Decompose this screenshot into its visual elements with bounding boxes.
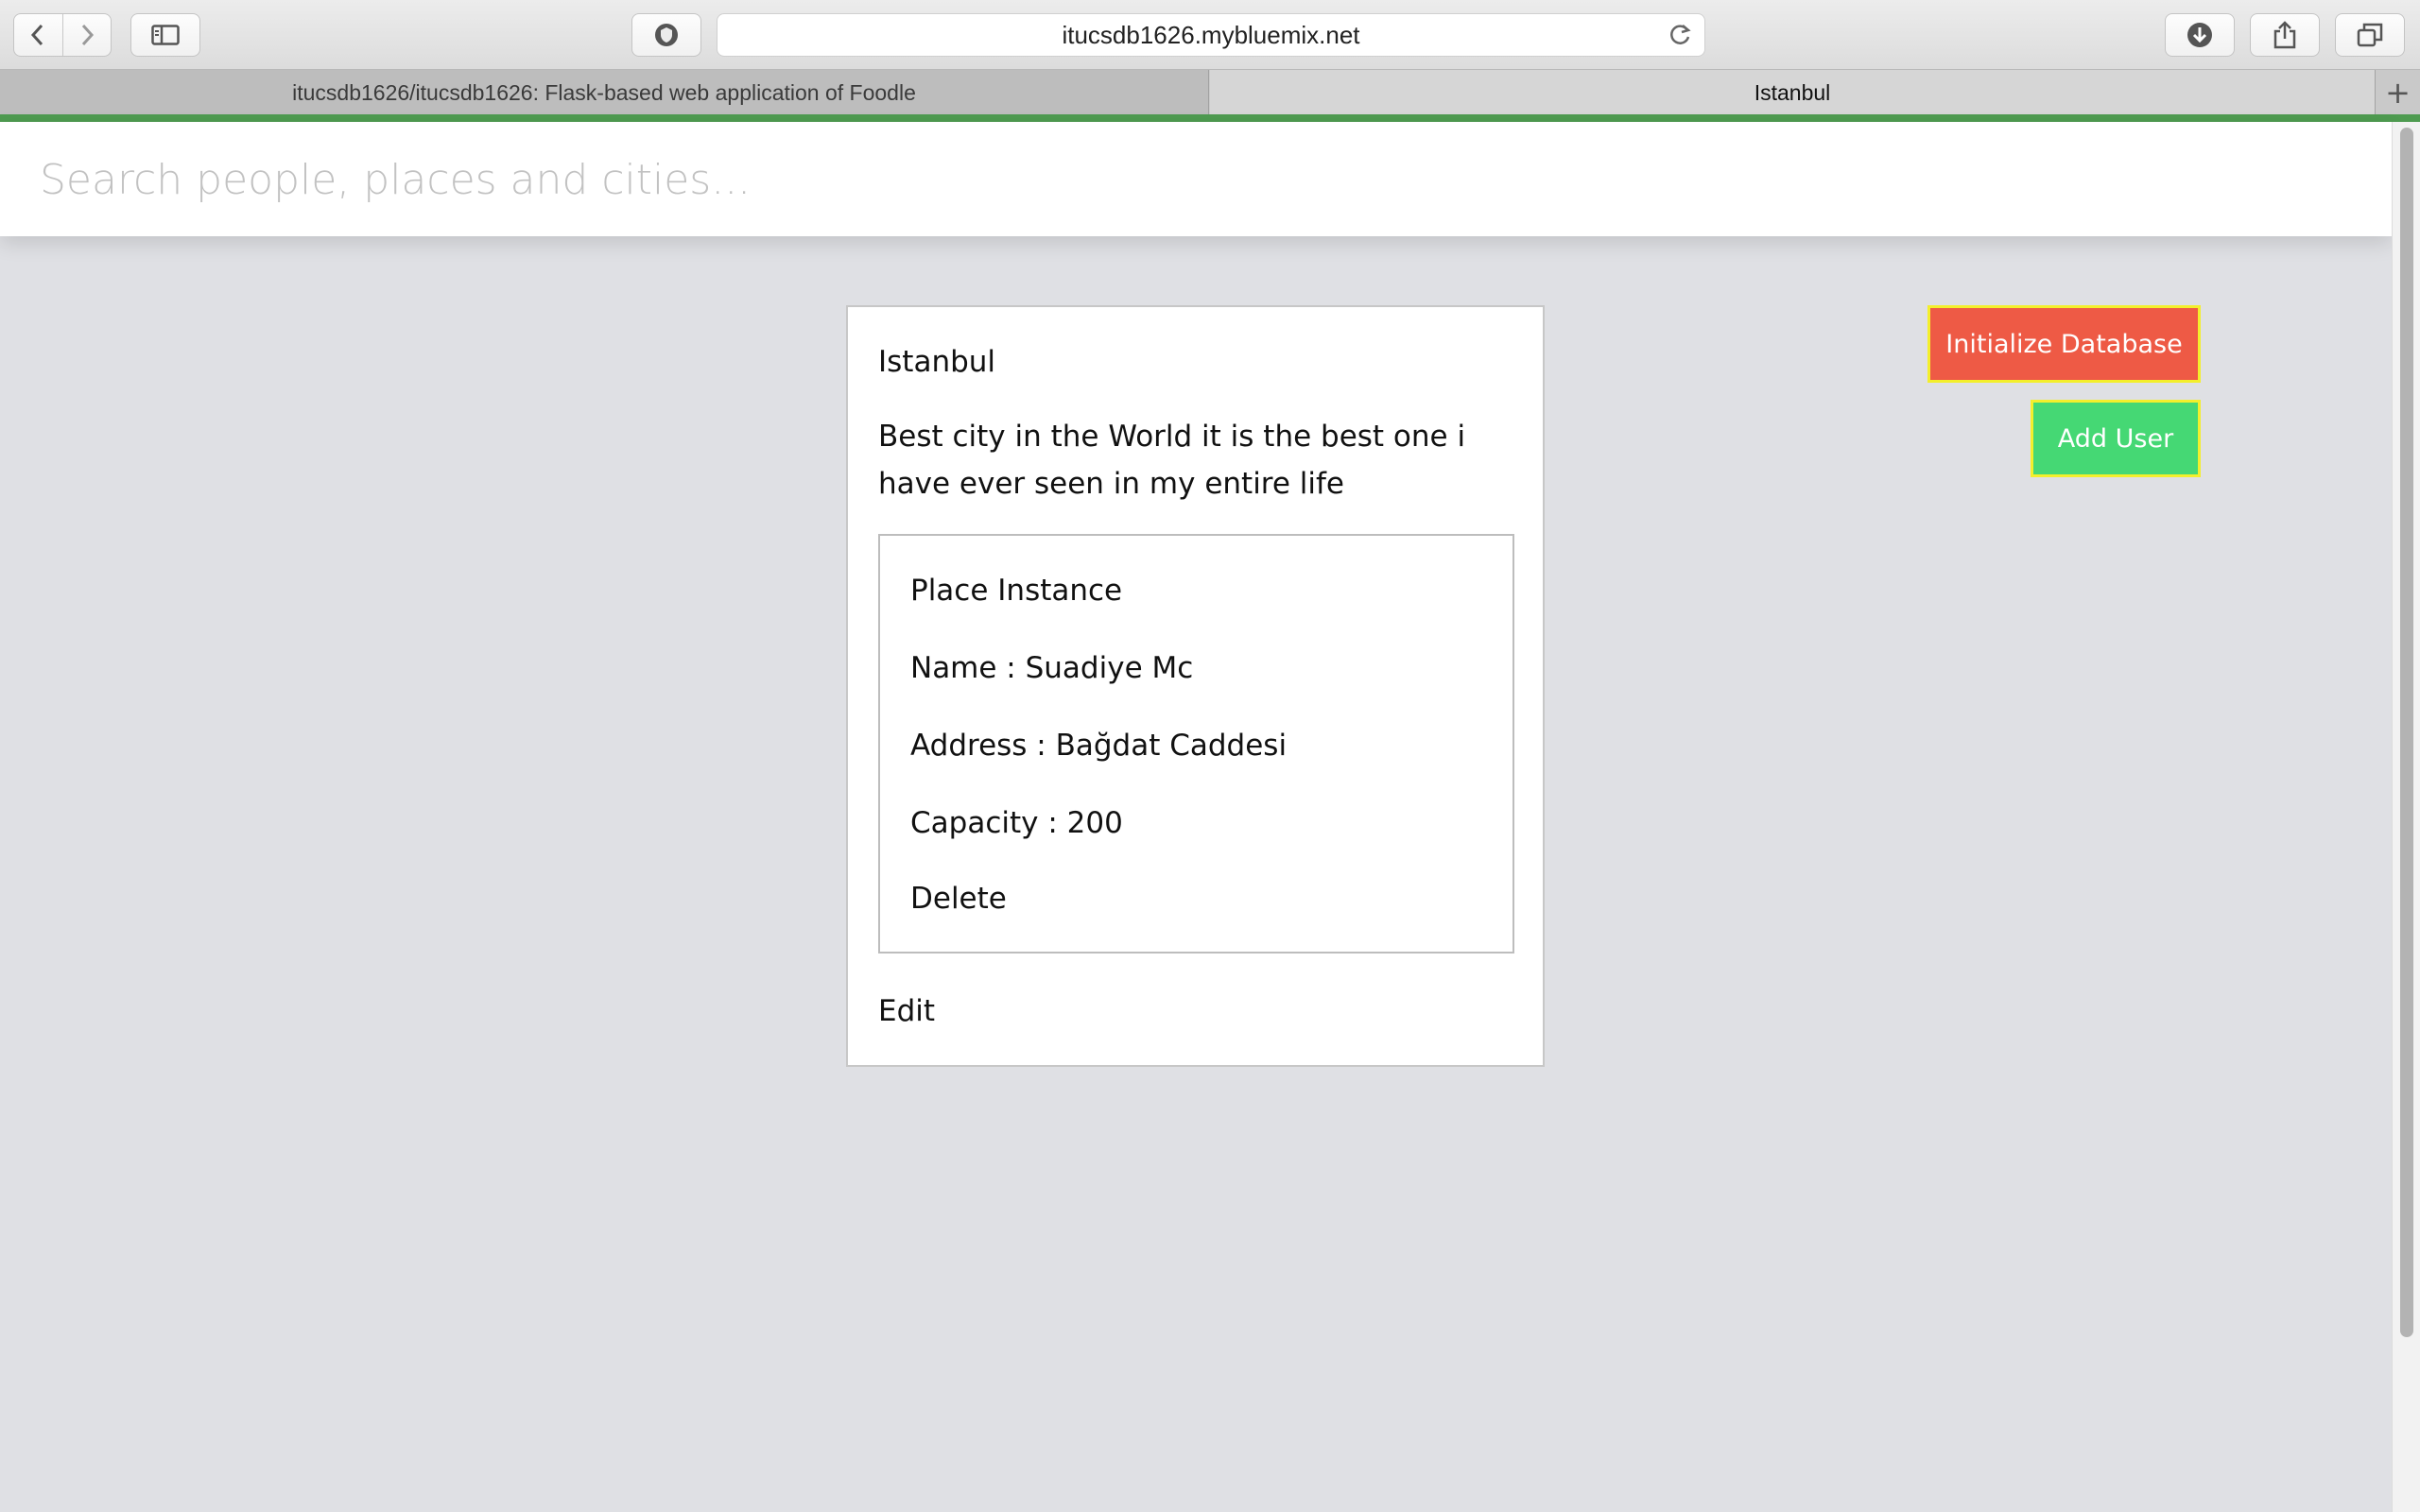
place-heading: Place Instance [910, 574, 1123, 608]
share-button[interactable] [2250, 13, 2320, 57]
search-input[interactable] [40, 146, 2308, 213]
privacy-button[interactable] [631, 13, 701, 57]
back-button[interactable] [14, 14, 62, 56]
tab-label: itucsdb1626/itucsdb1626: Flask-based web… [292, 79, 916, 105]
search-bar [0, 122, 2392, 236]
tabs-overview-button[interactable] [2335, 13, 2405, 57]
navigation-buttons [13, 13, 112, 57]
place-capacity: Capacity : 200 [910, 806, 1123, 840]
url-text: itucsdb1626.mybluemix.net [1062, 20, 1360, 49]
reload-icon [1670, 25, 1691, 44]
tab-github[interactable]: itucsdb1626/itucsdb1626: Flask-based web… [0, 70, 1209, 115]
tabs-icon [2357, 23, 2383, 47]
reload-button[interactable] [1667, 22, 1693, 55]
place-address: Address : Bağdat Caddesi [910, 729, 1288, 763]
share-icon [2273, 21, 2296, 49]
tab-istanbul[interactable]: Istanbul [1210, 70, 2375, 115]
page-load-progress-bar [0, 114, 2420, 122]
downloads-button[interactable] [2165, 13, 2235, 57]
download-icon [2187, 23, 2212, 47]
page-content: Istanbul Best city in the World it is th… [0, 122, 2392, 1512]
edit-city-link[interactable]: Edit [878, 994, 935, 1028]
tab-label: Istanbul [1754, 79, 1831, 105]
forward-button[interactable] [61, 14, 112, 56]
delete-place-link[interactable]: Delete [910, 882, 1007, 916]
address-bar[interactable]: itucsdb1626.mybluemix.net [717, 13, 1705, 57]
browser-toolbar: itucsdb1626.mybluemix.net [0, 0, 2420, 70]
add-user-button[interactable]: Add User [2031, 400, 2201, 477]
new-tab-button[interactable]: + [2375, 70, 2420, 115]
place-name: Name : Suadiye Mc [910, 651, 1194, 685]
tab-bar: itucsdb1626/itucsdb1626: Flask-based web… [0, 70, 2420, 115]
shield-icon [655, 24, 678, 46]
chevron-left-icon [31, 24, 43, 46]
page-scrollbar[interactable] [2392, 122, 2420, 1512]
city-description: Best city in the World it is the best on… [878, 420, 1466, 501]
place-instance-card: Place Instance Name : Suadiye Mc Address… [878, 534, 1514, 954]
city-card: Istanbul Best city in the World it is th… [846, 305, 1545, 1067]
chevron-right-icon [81, 24, 94, 46]
sidebar-button[interactable] [130, 13, 200, 57]
plus-icon: + [2385, 75, 2411, 111]
sidebar-icon [151, 25, 180, 45]
scrollbar-thumb[interactable] [2400, 128, 2413, 1337]
initialize-database-button[interactable]: Initialize Database [1927, 305, 2201, 383]
city-name: Istanbul [878, 345, 996, 379]
